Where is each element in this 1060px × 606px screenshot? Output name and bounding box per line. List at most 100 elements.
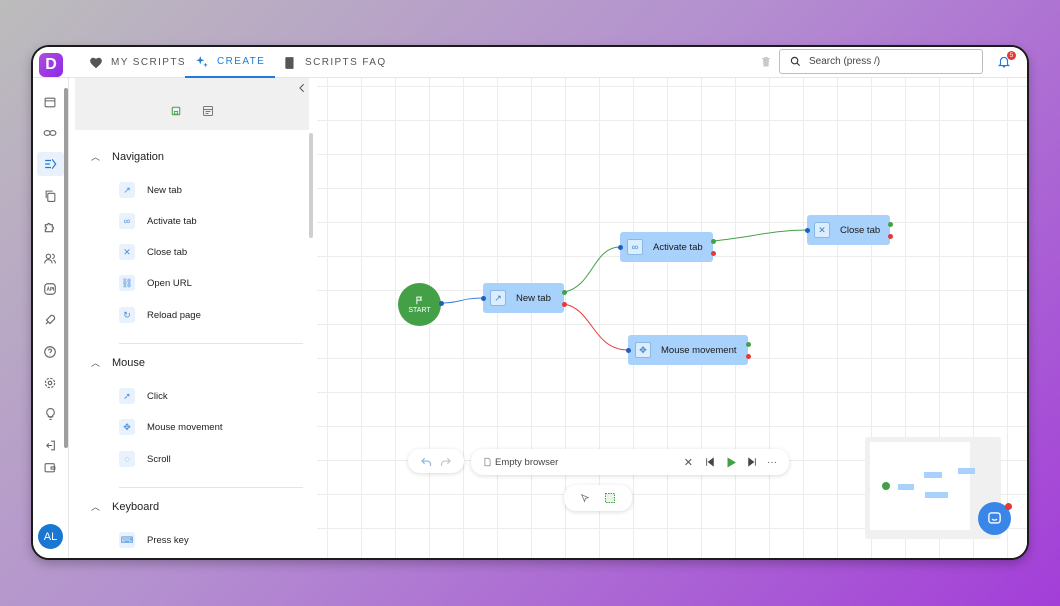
block-press-key[interactable]: ⌨ Press key <box>119 532 189 548</box>
cursor-click-icon: ➚ <box>119 388 135 404</box>
divider <box>119 487 303 488</box>
external-link-icon: ↗ <box>119 182 135 198</box>
skip-back-icon[interactable] <box>705 457 715 467</box>
node-in-port[interactable] <box>618 245 623 250</box>
node-mouse-movement[interactable]: ✥ Mouse movement <box>628 335 748 365</box>
minimap-start <box>882 482 890 490</box>
minimap-node <box>898 484 914 490</box>
node-in-port[interactable] <box>626 348 631 353</box>
section-navigation[interactable]: ︿ Navigation <box>91 150 164 163</box>
block-label: Press key <box>147 534 189 546</box>
section-title: Keyboard <box>112 500 160 513</box>
minimap-node <box>925 492 948 498</box>
node-error-port[interactable] <box>746 354 751 359</box>
node-label: Close tab <box>840 224 881 236</box>
keyboard-icon: ⌨ <box>119 532 135 548</box>
block-open-url[interactable]: ⛓ Open URL <box>119 275 192 291</box>
search-input[interactable]: Search (press /) <box>779 49 983 74</box>
panel-scrollbar[interactable] <box>309 133 313 238</box>
app-logo[interactable]: D <box>39 53 63 77</box>
step-forward-icon[interactable] <box>747 457 757 467</box>
close-icon: ✕ <box>814 222 830 238</box>
avatar[interactable]: AL <box>38 524 63 549</box>
chevron-up-icon: ︿ <box>91 358 101 368</box>
block-label: Click <box>147 390 168 402</box>
heart-icon <box>90 57 102 68</box>
chat-unread-dot <box>1005 503 1012 510</box>
api-icon[interactable] <box>42 281 58 297</box>
sparkle-icon <box>196 55 208 67</box>
settings-icon[interactable] <box>42 375 58 391</box>
node-error-port[interactable] <box>711 251 716 256</box>
rocket-icon[interactable] <box>42 312 58 328</box>
users-icon[interactable] <box>42 250 58 266</box>
start-node[interactable]: START <box>398 283 441 326</box>
close-icon[interactable]: ✕ <box>684 456 693 469</box>
divider <box>119 343 303 344</box>
reload-icon: ↻ <box>119 307 135 323</box>
trash-icon[interactable] <box>760 55 772 68</box>
start-out-port[interactable] <box>439 301 444 306</box>
block-activate-tab[interactable]: ∞ Activate tab <box>119 213 197 229</box>
browser-icon[interactable] <box>42 94 58 110</box>
node-label: New tab <box>516 292 551 304</box>
browser-label: Empty browser <box>495 456 559 468</box>
template-icon[interactable] <box>202 105 214 117</box>
tab-label: MY SCRIPTS <box>111 57 186 68</box>
block-reload-page[interactable]: ↻ Reload page <box>119 307 201 323</box>
undo-icon[interactable] <box>421 457 432 466</box>
block-label: Close tab <box>147 246 188 258</box>
link-icon[interactable] <box>42 125 58 141</box>
move-icon: ✥ <box>635 342 651 358</box>
tab-create[interactable]: CREATE <box>185 47 276 78</box>
section-mouse[interactable]: ︿ Mouse <box>91 356 145 369</box>
node-activate-tab[interactable]: ∞ Activate tab <box>620 232 713 262</box>
marquee-select-icon[interactable] <box>604 492 616 504</box>
block-close-tab[interactable]: ✕ Close tab <box>119 244 187 260</box>
play-icon[interactable] <box>725 456 737 469</box>
node-error-port[interactable] <box>562 302 567 307</box>
flow-icon[interactable] <box>37 152 64 176</box>
node-error-port[interactable] <box>888 234 893 239</box>
node-new-tab[interactable]: ↗ New tab <box>483 283 564 313</box>
block-click[interactable]: ➚ Click <box>119 388 168 404</box>
node-success-port[interactable] <box>888 222 893 227</box>
wallet-icon[interactable] <box>42 459 58 475</box>
redo-icon[interactable] <box>440 457 451 466</box>
rail-scrollbar[interactable] <box>64 88 68 448</box>
minimap-viewport <box>870 442 975 530</box>
block-label: Mouse movement <box>147 421 223 433</box>
block-label: Open URL <box>147 277 192 289</box>
node-success-port[interactable] <box>562 290 567 295</box>
tab-my-scripts[interactable]: MY SCRIPTS <box>89 47 186 78</box>
node-success-port[interactable] <box>711 239 716 244</box>
node-success-port[interactable] <box>746 342 751 347</box>
copy-icon[interactable] <box>42 188 58 204</box>
chain-icon: ⛓ <box>119 275 135 291</box>
puzzle-icon[interactable] <box>42 219 58 235</box>
bulb-icon[interactable] <box>42 406 58 422</box>
section-keyboard[interactable]: ︿ Keyboard <box>91 500 159 513</box>
node-close-tab[interactable]: ✕ Close tab <box>807 215 890 245</box>
close-icon: ✕ <box>119 244 135 260</box>
section-title: Navigation <box>112 150 164 163</box>
block-label: Activate tab <box>147 215 197 227</box>
node-label: Activate tab <box>653 241 703 253</box>
history-toolbar <box>408 449 464 473</box>
save-icon[interactable] <box>171 106 181 116</box>
chevron-up-icon: ︿ <box>91 502 101 512</box>
more-icon[interactable]: ··· <box>767 457 777 468</box>
left-rail: AL EN <box>33 78 69 558</box>
collapse-panel-icon[interactable] <box>297 82 307 94</box>
search-placeholder: Search (press /) <box>809 56 881 67</box>
block-new-tab[interactable]: ↗ New tab <box>119 182 182 198</box>
help-icon[interactable] <box>42 344 58 360</box>
logout-icon[interactable] <box>42 437 58 453</box>
block-mouse-movement[interactable]: ✥ Mouse movement <box>119 419 223 435</box>
chat-icon <box>988 512 1001 524</box>
node-in-port[interactable] <box>805 228 810 233</box>
pointer-icon[interactable] <box>580 493 590 504</box>
node-in-port[interactable] <box>481 296 486 301</box>
block-scroll[interactable]: ◌ Scroll <box>119 451 171 467</box>
tab-scripts-faq[interactable]: SCRIPTS FAQ <box>283 47 387 78</box>
